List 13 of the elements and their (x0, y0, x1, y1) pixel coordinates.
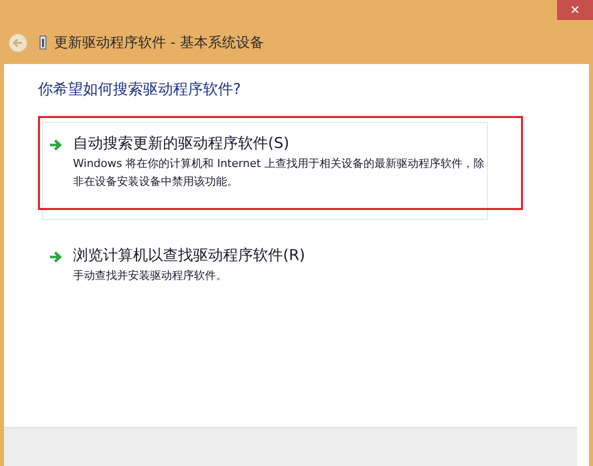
option-card[interactable]: 浏览计算机以查找驱动程序软件(R) 手动查找并安装驱动程序软件。 (42, 234, 488, 294)
arrow-icon (49, 139, 63, 151)
option-description: Windows 将在你的计算机和 Internet 上查找用于相关设备的最新驱动程序软件，除非在设备安装设备中禁用该功能。 (73, 156, 486, 190)
arrow-icon (49, 251, 63, 263)
option-description: 手动查找并安装驱动程序软件。 (73, 268, 228, 284)
window-title: 更新驱动程序软件 - 基本系统设备 (54, 34, 264, 52)
back-icon[interactable] (8, 33, 28, 53)
option-title: 浏览计算机以查找驱动程序软件(R) (73, 245, 306, 265)
dialog-heading: 你希望如何搜索驱动程序软件? (38, 80, 242, 99)
option-title: 自动搜索更新的驱动程序软件(S) (73, 133, 290, 153)
close-button[interactable]: ✕ (557, 0, 593, 20)
device-icon (39, 35, 47, 51)
option-card[interactable]: 自动搜索更新的驱动程序软件(S) Windows 将在你的计算机和 Internet 上查找用于相关设备的最新驱动程序软件，除非在设备安装设备中禁用该功能。 (42, 122, 488, 220)
